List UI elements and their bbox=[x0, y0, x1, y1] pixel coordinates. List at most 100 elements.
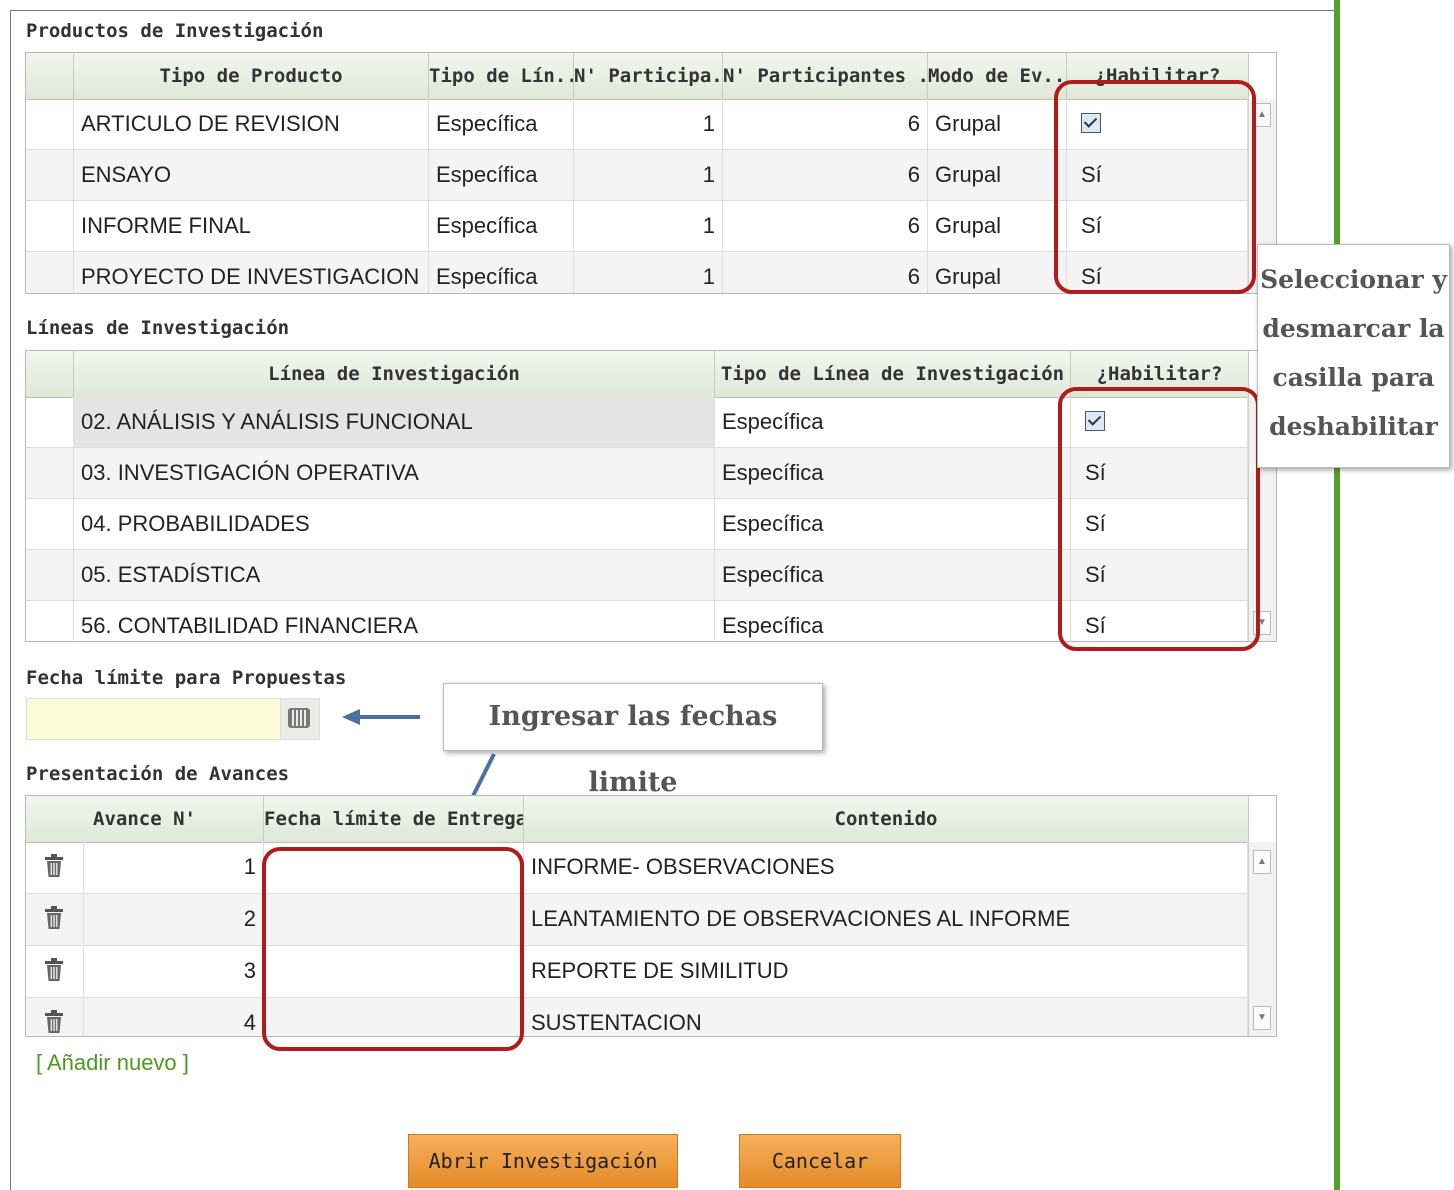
delete-cell[interactable] bbox=[26, 998, 84, 1036]
panel-left-border bbox=[10, 10, 11, 1190]
cell-linea: 56. CONTABILIDAD FINANCIERA bbox=[74, 601, 715, 641]
trash-icon[interactable] bbox=[44, 1010, 64, 1034]
cell-tipo-producto: INFORME FINAL bbox=[74, 201, 429, 251]
cell-contenido[interactable]: INFORME- OBSERVACIONES bbox=[524, 842, 1248, 892]
cell-tipo-producto: ENSAYO bbox=[74, 150, 429, 200]
row-selector[interactable] bbox=[26, 99, 74, 149]
col-tipo-linea[interactable]: Tipo de Línea de Investigación bbox=[715, 351, 1071, 397]
cell-participantes-min: 1 bbox=[574, 150, 723, 200]
arrow-icon bbox=[342, 709, 420, 725]
ingresar-fechas-text: Ingresar las fechas limite bbox=[488, 701, 778, 798]
row-selector[interactable] bbox=[26, 499, 74, 549]
cell-participantes-max: 6 bbox=[723, 99, 928, 149]
callout-line: Seleccionar y bbox=[1260, 265, 1447, 294]
cell-tipo-linea: Específica bbox=[429, 150, 574, 200]
row-selector[interactable] bbox=[26, 550, 74, 600]
table-row[interactable]: 3 REPORTE DE SIMILITUD bbox=[26, 946, 1248, 998]
fecha-limite-input[interactable] bbox=[26, 698, 282, 740]
delete-cell[interactable] bbox=[26, 946, 84, 996]
calendar-button[interactable] bbox=[280, 698, 320, 740]
col-participantes-max[interactable]: N' Participantes ... bbox=[723, 53, 928, 99]
col-contenido[interactable]: Contenido bbox=[524, 796, 1249, 842]
cancel-button[interactable]: Cancelar bbox=[739, 1134, 901, 1188]
avances-header: Avance N' Fecha límite de Entrega Conten… bbox=[26, 796, 1249, 843]
cell-tipo-linea: Específica bbox=[429, 99, 574, 149]
cell-participantes-min: 1 bbox=[574, 252, 723, 293]
row-selector[interactable] bbox=[26, 601, 74, 641]
avances-scrollbar[interactable]: ▲ ▼ bbox=[1248, 842, 1276, 1036]
lineas-title: Líneas de Investigación bbox=[26, 317, 290, 339]
ingresar-fechas-callout: Ingresar las fechas limite bbox=[443, 683, 823, 798]
cell-linea: 03. INVESTIGACIÓN OPERATIVA bbox=[74, 448, 715, 498]
cell-modo-evaluacion: Grupal bbox=[928, 150, 1067, 200]
row-selector[interactable] bbox=[26, 252, 74, 293]
trash-icon[interactable] bbox=[44, 906, 64, 930]
cell-tipo-linea: Específica bbox=[429, 201, 574, 251]
cell-modo-evaluacion: Grupal bbox=[928, 201, 1067, 251]
row-selector-header bbox=[26, 351, 74, 397]
habilitar-highlight-lineas bbox=[1058, 387, 1260, 651]
row-selector[interactable] bbox=[26, 201, 74, 251]
abrir-investigacion-button[interactable]: Abrir Investigación bbox=[408, 1134, 678, 1188]
cell-avance-numero: 1 bbox=[84, 842, 264, 892]
scroll-up-icon[interactable]: ▲ bbox=[1253, 850, 1271, 874]
col-participantes-min[interactable]: N' Participa... bbox=[574, 53, 723, 99]
cell-tipo-linea: Específica bbox=[715, 499, 1071, 549]
cell-participantes-max: 6 bbox=[723, 201, 928, 251]
cell-participantes-min: 1 bbox=[574, 99, 723, 149]
row-selector[interactable] bbox=[26, 150, 74, 200]
trash-icon[interactable] bbox=[44, 958, 64, 982]
seleccionar-callout: Seleccionar y desmarcar la casilla para … bbox=[1257, 244, 1450, 468]
cell-modo-evaluacion: Grupal bbox=[928, 252, 1067, 293]
cell-contenido[interactable]: SUSTENTACION bbox=[524, 998, 1248, 1036]
calendar-icon bbox=[288, 708, 310, 728]
trash-icon[interactable] bbox=[44, 854, 64, 878]
row-selector[interactable] bbox=[26, 397, 74, 447]
callout-line: desmarcar la bbox=[1262, 314, 1445, 343]
habilitar-highlight-productos bbox=[1054, 80, 1256, 294]
add-new-link[interactable]: [ Añadir nuevo ] bbox=[36, 1050, 189, 1076]
cell-tipo-linea: Específica bbox=[715, 397, 1071, 447]
col-fecha-entrega[interactable]: Fecha límite de Entrega bbox=[264, 796, 524, 842]
cell-linea: 05. ESTADÍSTICA bbox=[74, 550, 715, 600]
col-tipo-producto[interactable]: Tipo de Producto bbox=[74, 53, 429, 99]
col-modo-evaluacion[interactable]: Modo de Ev... bbox=[928, 53, 1067, 99]
scroll-down-icon[interactable]: ▼ bbox=[1253, 1006, 1271, 1030]
cell-tipo-linea: Específica bbox=[715, 601, 1071, 641]
cell-avance-numero: 2 bbox=[84, 894, 264, 944]
cell-participantes-min: 1 bbox=[574, 201, 723, 251]
cell-contenido[interactable]: REPORTE DE SIMILITUD bbox=[524, 946, 1248, 996]
callout-line: deshabilitar bbox=[1269, 412, 1438, 441]
col-tipo-linea[interactable]: Tipo de Lín... bbox=[429, 53, 574, 99]
fecha-limite-label: Fecha límite para Propuestas bbox=[26, 667, 347, 689]
cell-tipo-producto: PROYECTO DE INVESTIGACION bbox=[74, 252, 429, 293]
delete-cell[interactable] bbox=[26, 894, 84, 944]
cell-participantes-max: 6 bbox=[723, 150, 928, 200]
delete-cell[interactable] bbox=[26, 842, 84, 892]
side-accent-bar bbox=[1334, 0, 1340, 1190]
cell-tipo-linea: Específica bbox=[715, 550, 1071, 600]
productos-title: Productos de Investigación bbox=[26, 20, 324, 42]
avances-title: Presentación de Avances bbox=[26, 763, 290, 785]
panel-top-border bbox=[10, 10, 1336, 11]
cell-tipo-linea: Específica bbox=[429, 252, 574, 293]
table-row[interactable]: 2 LEANTAMIENTO DE OBSERVACIONES AL INFORM… bbox=[26, 894, 1248, 946]
col-avance-numero[interactable]: Avance N' bbox=[26, 796, 264, 842]
avances-grid: Avance N' Fecha límite de Entrega Conten… bbox=[25, 795, 1277, 1037]
cell-avance-numero: 4 bbox=[84, 998, 264, 1036]
cell-tipo-linea: Específica bbox=[715, 448, 1071, 498]
cell-participantes-max: 6 bbox=[723, 252, 928, 293]
cell-linea: 04. PROBABILIDADES bbox=[74, 499, 715, 549]
table-row[interactable]: 1 INFORME- OBSERVACIONES bbox=[26, 842, 1248, 894]
row-selector[interactable] bbox=[26, 448, 74, 498]
cell-contenido[interactable]: LEANTAMIENTO DE OBSERVACIONES AL INFORME bbox=[524, 894, 1248, 944]
cell-avance-numero: 3 bbox=[84, 946, 264, 996]
row-selector-header bbox=[26, 53, 74, 99]
cell-modo-evaluacion: Grupal bbox=[928, 99, 1067, 149]
callout-line: casilla para bbox=[1272, 363, 1435, 392]
cell-tipo-producto: ARTICULO DE REVISION bbox=[74, 99, 429, 149]
fecha-entrega-highlight bbox=[262, 847, 524, 1051]
cell-linea: 02. ANÁLISIS Y ANÁLISIS FUNCIONAL bbox=[74, 397, 715, 447]
table-row[interactable]: 4 SUSTENTACION bbox=[26, 998, 1248, 1036]
col-linea[interactable]: Línea de Investigación bbox=[74, 351, 715, 397]
